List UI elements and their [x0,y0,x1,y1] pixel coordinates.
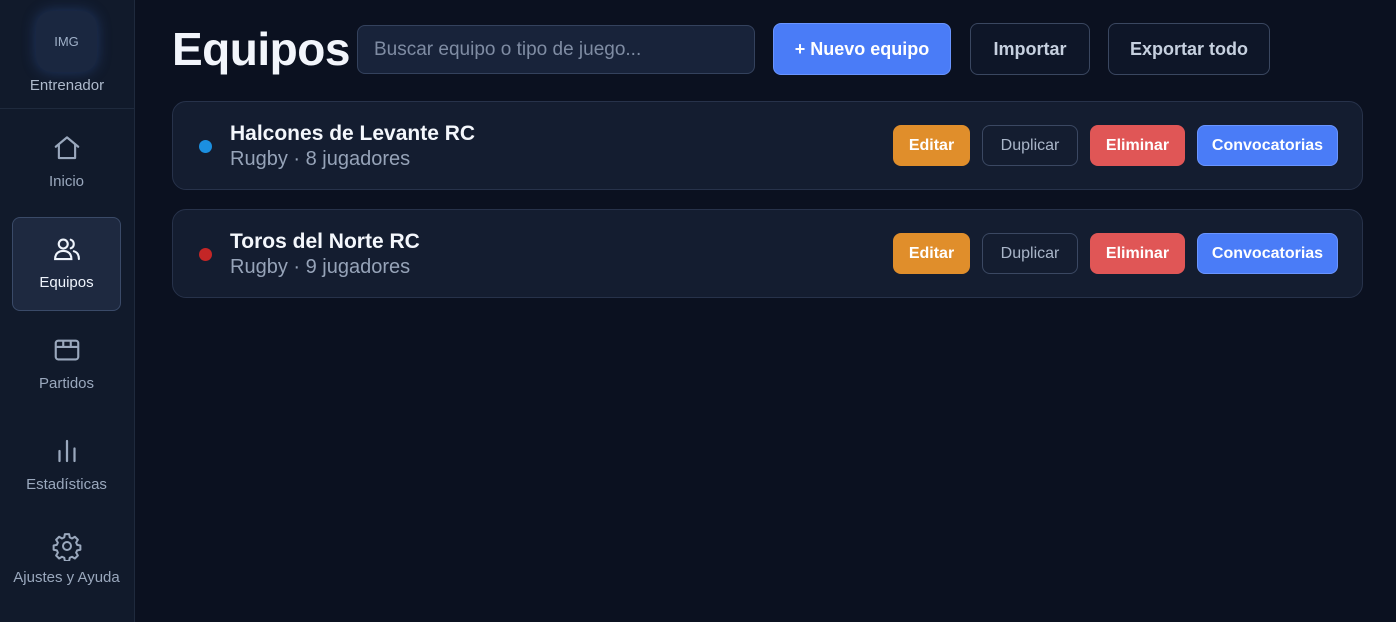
export-all-button[interactable]: Exportar todo [1108,23,1270,75]
team-name: Toros del Norte RC [230,230,420,253]
delete-team-button[interactable]: Eliminar [1090,233,1185,274]
duplicate-team-button[interactable]: Duplicar [982,233,1078,274]
sidebar-item-label: Inicio [48,173,85,190]
sidebar-item-estadisticas[interactable]: Estadísticas [12,419,121,513]
home-icon [52,133,82,163]
new-team-button[interactable]: + Nuevo equipo [773,23,951,75]
gear-icon [52,531,82,561]
duplicate-team-button[interactable]: Duplicar [982,125,1078,166]
sidebar-item-label: Estadísticas [26,476,107,493]
profile-name: Entrenador [29,77,105,94]
sidebar-item-label: Equipos [39,274,94,291]
app: IMG Entrenador Inicio Equipos Partidos E… [0,0,1396,622]
bar-chart-icon [52,436,82,466]
profile: IMG Entrenador [0,0,134,109]
page-title: Equipos [172,23,350,75]
sidebar-item-equipos[interactable]: Equipos [12,217,121,311]
team-card: Toros del Norte RC Rugby · 9 jugadores E… [172,209,1363,298]
sidebar-item-inicio[interactable]: Inicio [12,116,121,210]
edit-team-button[interactable]: Editar [893,125,970,166]
sidebar-item-label: Ajustes y Ayuda [13,569,120,586]
team-card: Halcones de Levante RC Rugby · 8 jugador… [172,101,1363,190]
sidebar-item-partidos[interactable]: Partidos [12,318,121,412]
sidebar-item-label: Partidos [38,375,95,392]
avatar[interactable]: IMG [36,11,97,72]
import-button[interactable]: Importar [970,23,1090,75]
sidebar: IMG Entrenador Inicio Equipos Partidos E… [0,0,135,622]
team-color-dot [199,140,212,153]
callups-button[interactable]: Convocatorias [1197,233,1338,274]
team-meta: Rugby · 9 jugadores [230,256,411,278]
search-input[interactable] [357,25,755,74]
team-color-dot [199,248,212,261]
edit-team-button[interactable]: Editar [893,233,970,274]
calendar-icon [52,335,82,365]
delete-team-button[interactable]: Eliminar [1090,125,1185,166]
callups-button[interactable]: Convocatorias [1197,125,1338,166]
users-icon [52,234,82,264]
team-meta: Rugby · 8 jugadores [230,148,411,170]
team-name: Halcones de Levante RC [230,122,476,145]
sidebar-item-ajustes[interactable]: Ajustes y Ayuda [12,514,121,608]
